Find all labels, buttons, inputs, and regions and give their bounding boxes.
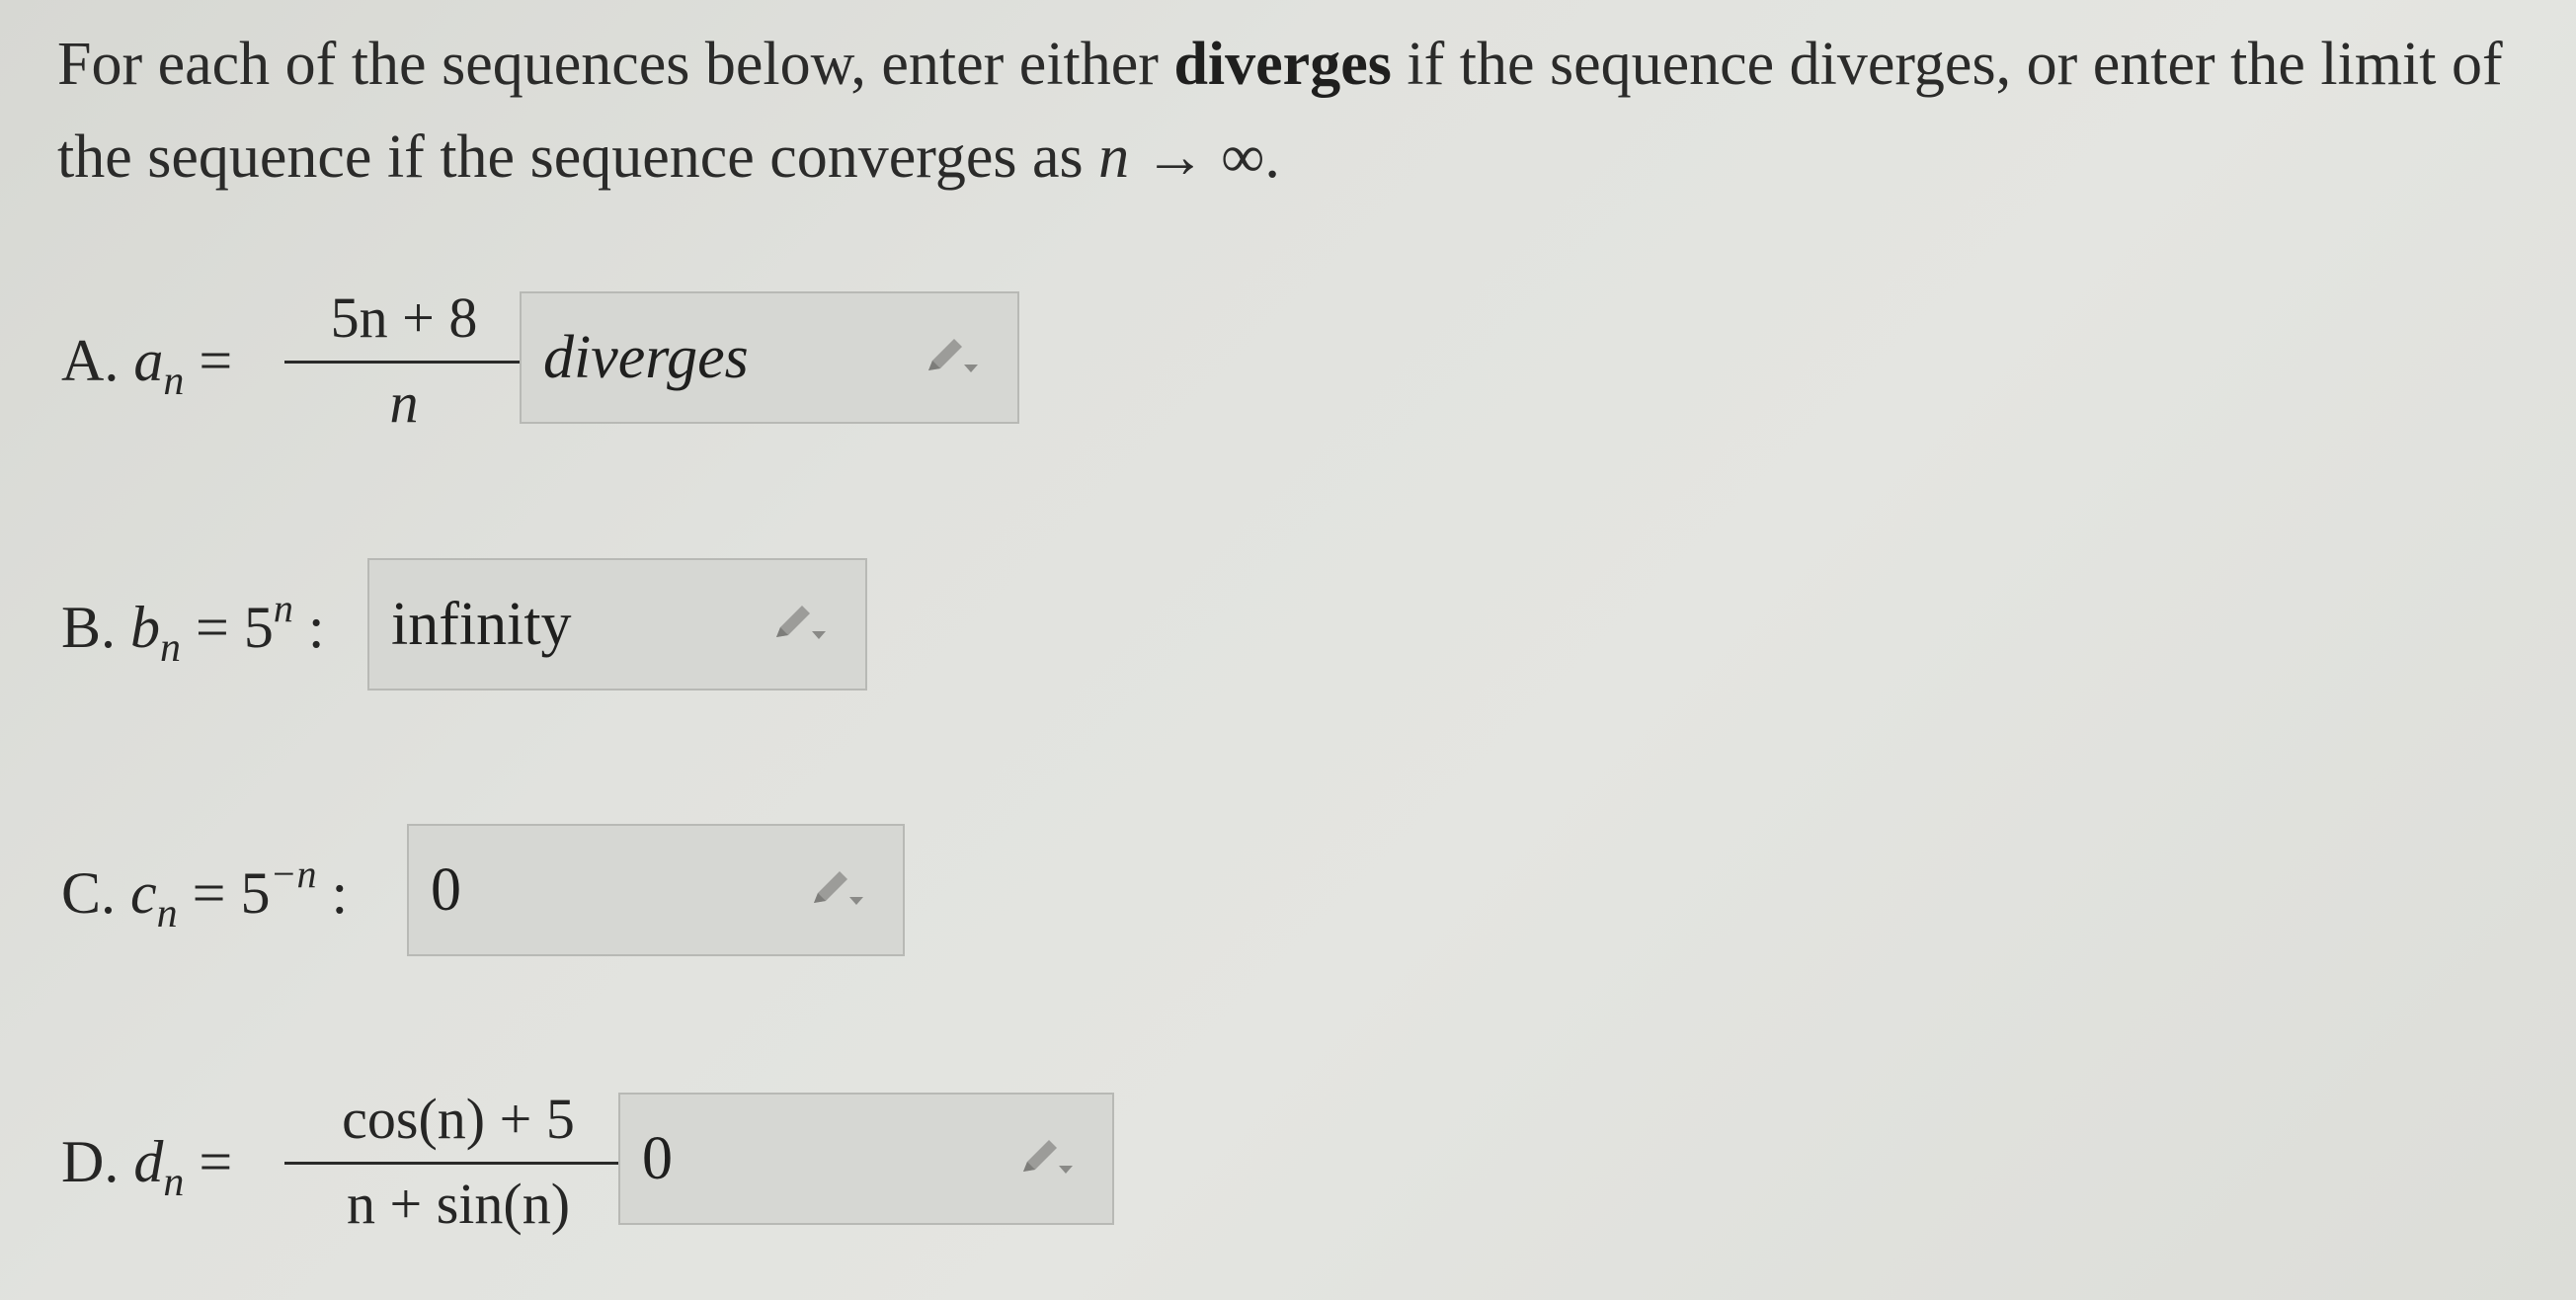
problem-c-seq: c bbox=[130, 860, 157, 926]
problem-c-answer-field[interactable]: 0 bbox=[407, 824, 905, 956]
problem-d-denominator: n + sin(n) bbox=[346, 1172, 571, 1236]
problem-b-sub: n bbox=[160, 625, 182, 671]
prompt-keyword-diverges: diverges bbox=[1173, 31, 1392, 98]
pencil-dropdown-icon[interactable] bbox=[1017, 1136, 1073, 1181]
problem-a-numerator: 5n + 8 bbox=[330, 285, 478, 350]
problem-d-numerator: cos(n) + 5 bbox=[342, 1087, 575, 1151]
problem-b: B. bn = 5n : infinity bbox=[61, 558, 871, 696]
problem-a-equals: = bbox=[199, 328, 233, 393]
problem-a-label: A. an = bbox=[61, 291, 232, 430]
problem-a-answer-value: diverges bbox=[543, 324, 749, 391]
problem-b-letter: B. bbox=[61, 595, 117, 660]
problem-b-colon: : bbox=[307, 595, 325, 660]
problem-d-answer-field[interactable]: 0 bbox=[618, 1093, 1114, 1225]
prompt-text-end: . bbox=[1264, 123, 1280, 191]
problem-a-letter: A. bbox=[61, 328, 120, 393]
pencil-dropdown-icon[interactable] bbox=[808, 867, 863, 913]
problem-b-seq: b bbox=[130, 595, 161, 660]
problem-b-answer-field[interactable]: infinity bbox=[367, 558, 867, 691]
problem-b-rhs: = 5 bbox=[196, 595, 274, 660]
problem-d-equals: = bbox=[199, 1129, 233, 1194]
problem-c: C. cn = 5−n : 0 bbox=[61, 824, 911, 962]
problem-c-label: C. cn = 5−n : bbox=[61, 824, 348, 962]
fraction-bar bbox=[284, 1162, 632, 1165]
problem-b-answer-value: infinity bbox=[391, 591, 572, 658]
problem-c-exponent: −n bbox=[270, 852, 317, 896]
pencil-dropdown-icon[interactable] bbox=[923, 335, 978, 380]
problem-d-answer-value: 0 bbox=[642, 1125, 673, 1192]
problem-d-sub: n bbox=[163, 1160, 185, 1205]
problem-c-sub: n bbox=[156, 891, 178, 936]
problem-a-answer-field[interactable]: diverges bbox=[520, 291, 1019, 424]
question-prompt: For each of the sequences below, enter e… bbox=[57, 18, 2556, 203]
problem-c-answer-value: 0 bbox=[431, 856, 461, 924]
fraction-bar bbox=[284, 361, 523, 364]
problem-c-colon: : bbox=[331, 860, 349, 926]
pencil-dropdown-icon[interactable] bbox=[770, 602, 826, 647]
problem-c-rhs: = 5 bbox=[192, 860, 271, 926]
problem-a: A. an = 5n + 8 n : diverges bbox=[61, 285, 1029, 435]
problem-c-letter: C. bbox=[61, 860, 117, 926]
problem-a-seq: a bbox=[133, 328, 164, 393]
problem-a-denominator: n bbox=[389, 370, 419, 435]
problem-b-label: B. bn = 5n : bbox=[61, 558, 325, 696]
problem-a-fraction: 5n + 8 n bbox=[281, 285, 527, 435]
problem-d-fraction: cos(n) + 5 n + sin(n) bbox=[281, 1087, 636, 1236]
problem-d-label: D. dn = bbox=[61, 1093, 232, 1231]
problem-d: D. dn = cos(n) + 5 n + sin(n) : 0 bbox=[61, 1087, 1118, 1236]
problem-a-sub: n bbox=[163, 359, 185, 404]
prompt-limit-arrow: → ∞ bbox=[1129, 123, 1265, 191]
problem-b-exponent: n bbox=[273, 586, 293, 630]
problem-d-seq: d bbox=[133, 1129, 164, 1194]
prompt-text-start: For each of the sequences below, enter e… bbox=[57, 31, 1174, 98]
problem-d-letter: D. bbox=[61, 1129, 120, 1194]
prompt-variable-n: n bbox=[1098, 123, 1130, 191]
